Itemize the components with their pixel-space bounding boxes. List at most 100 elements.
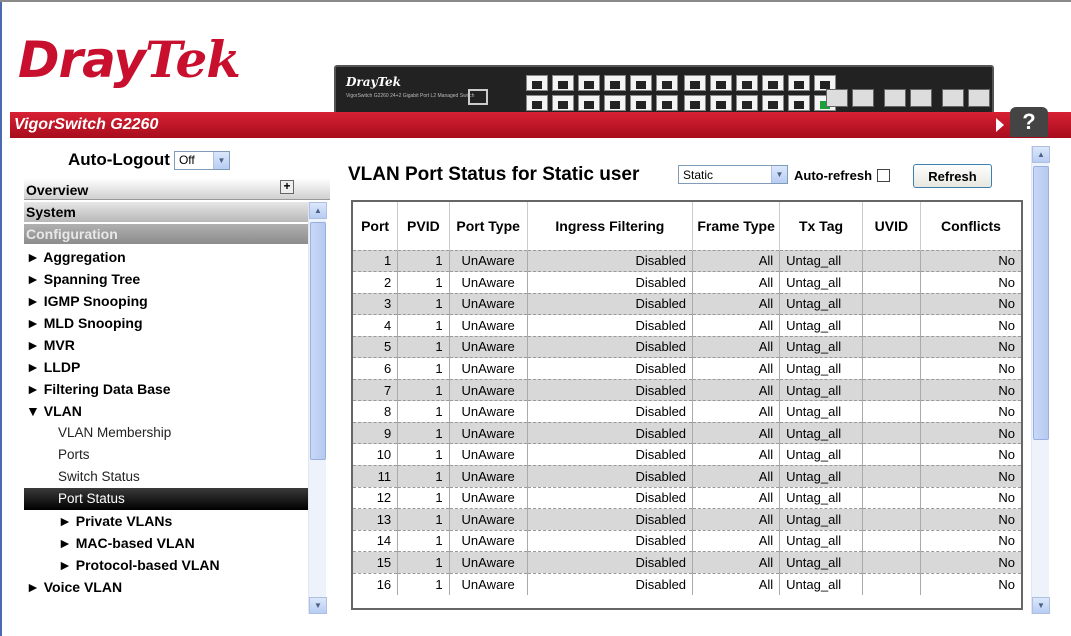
main-scrollbar[interactable]: ▲ ▼ — [1031, 146, 1050, 614]
table-cell: All — [692, 487, 780, 509]
menu-list: ► Aggregation ► Spanning Tree ► IGMP Snoop… — [24, 246, 308, 598]
table-cell: UnAware — [448, 400, 528, 423]
ethernet-port-icon — [762, 95, 784, 111]
scroll-up-icon[interactable]: ▲ — [309, 202, 327, 219]
sidebar-item[interactable]: ► LLDP — [24, 356, 308, 378]
configuration-section[interactable]: Configuration — [24, 224, 308, 244]
sidebar-item[interactable]: Switch Status — [24, 466, 308, 488]
table-cell: UnAware — [448, 443, 528, 466]
sidebar-item[interactable]: ► Voice VLAN — [24, 576, 308, 598]
table-cell: Disabled — [526, 573, 693, 595]
table-cell: Disabled — [526, 293, 693, 315]
table-cell: 1 — [397, 551, 450, 574]
sidebar-item[interactable]: ▼ VLAN — [24, 400, 308, 422]
sidebar-item[interactable]: ► Protocol-based VLAN — [24, 554, 308, 576]
scrollbar-thumb[interactable] — [1033, 166, 1049, 440]
auto-refresh-checkbox[interactable] — [877, 169, 891, 182]
table-cell: 6 — [353, 357, 398, 380]
auto-refresh-label: Auto-refresh — [794, 168, 873, 183]
logo-tek-text: Tek — [144, 30, 241, 89]
table-cell — [861, 314, 921, 337]
column-header: Port Type — [448, 202, 528, 250]
expand-plus-icon[interactable]: + — [280, 180, 294, 194]
table-cell: UnAware — [448, 293, 528, 315]
sidebar-item[interactable]: ► Aggregation — [24, 246, 308, 268]
table-cell: Untag_all — [779, 487, 863, 509]
table-cell: Disabled — [526, 443, 693, 466]
overview-label: Overview — [26, 182, 89, 198]
table-cell: No — [919, 400, 1021, 423]
scroll-up-icon[interactable]: ▲ — [1032, 146, 1050, 163]
refresh-button[interactable]: Refresh — [913, 164, 992, 188]
sfp-ports-group-3 — [942, 89, 990, 107]
sidebar-item[interactable]: Port Status — [24, 488, 308, 510]
table-row: 12 1 UnAware Disabled All Untag_all No — [353, 487, 1021, 509]
table-cell: 1 — [353, 250, 398, 272]
table-cell: No — [919, 271, 1021, 294]
vlan-port-status-table: Port PVID Port Type Ingress Filtering Frame … — [351, 200, 1023, 610]
sidebar-item[interactable]: ► MLD Snooping — [24, 312, 308, 334]
play-arrow-icon[interactable] — [996, 118, 1004, 132]
sidebar-item[interactable]: ► MAC-based VLAN — [24, 532, 308, 554]
user-type-select[interactable]: Static ▼ — [678, 165, 788, 184]
system-label: System — [26, 204, 76, 220]
overview-header[interactable]: Overview + — [24, 178, 330, 200]
table-cell: All — [692, 551, 780, 574]
table-cell: 1 — [397, 271, 450, 294]
table-row: 2 1 UnAware Disabled All Untag_all No — [353, 271, 1021, 294]
page-title: VLAN Port Status for Static user — [348, 164, 640, 185]
help-button[interactable]: ? — [1010, 107, 1048, 137]
system-section[interactable]: System — [24, 202, 308, 222]
table-cell: 5 — [353, 336, 398, 358]
sidebar-item[interactable]: VLAN Membership — [24, 422, 308, 444]
table-cell: No — [919, 379, 1021, 401]
table-cell: All — [692, 422, 780, 444]
console-port-icon — [468, 89, 488, 105]
table-cell: All — [692, 400, 780, 423]
table-cell: 1 — [397, 487, 450, 509]
table-cell: 2 — [353, 271, 398, 294]
sidebar-item[interactable]: ► Filtering Data Base — [24, 378, 308, 400]
sidebar-item[interactable]: ► MVR — [24, 334, 308, 356]
sidebar-item[interactable]: ► IGMP Snooping — [24, 290, 308, 312]
auto-logout-select[interactable]: Off ▼ — [173, 150, 230, 170]
table-cell: No — [919, 336, 1021, 358]
table-cell: 1 — [397, 422, 450, 444]
sidebar-item[interactable]: Ports — [24, 444, 308, 466]
table-row: 6 1 UnAware Disabled All Untag_all No — [353, 357, 1021, 380]
scrollbar-thumb[interactable] — [310, 222, 326, 460]
scroll-down-icon[interactable]: ▼ — [1032, 597, 1050, 614]
table-cell: Disabled — [526, 487, 693, 509]
sidebar-item[interactable]: ► Private VLANs — [24, 510, 308, 532]
table-cell: 1 — [397, 293, 450, 315]
scroll-down-icon[interactable]: ▼ — [309, 597, 327, 614]
table-cell: 14 — [353, 530, 398, 552]
table-cell — [861, 551, 921, 574]
table-cell: 10 — [353, 443, 398, 466]
table-cell: All — [692, 573, 780, 595]
column-header: Frame Type — [692, 202, 780, 250]
ethernet-port-icon — [762, 75, 784, 91]
table-row: 5 1 UnAware Disabled All Untag_all No — [353, 336, 1021, 358]
device-subtitle: VigorSwitch G2260 24+2 Gigabit Port L2 M… — [346, 93, 475, 99]
table-cell: 1 — [397, 443, 450, 466]
table-cell: 1 — [397, 530, 450, 552]
table-header-row: Port PVID Port Type Ingress Filtering Frame … — [353, 202, 1021, 250]
table-cell: All — [692, 314, 780, 337]
table-cell: 1 — [397, 465, 450, 488]
table-cell: All — [692, 293, 780, 315]
table-cell: Disabled — [526, 400, 693, 423]
table-cell: Untag_all — [779, 250, 863, 272]
table-cell — [861, 271, 921, 294]
table-cell: Disabled — [526, 422, 693, 444]
ethernet-port-icon — [604, 95, 626, 111]
table-row: 10 1 UnAware Disabled All Untag_all No — [353, 443, 1021, 466]
table-cell: Untag_all — [779, 314, 863, 337]
table-cell: 1 — [397, 400, 450, 423]
ethernet-port-icon — [630, 95, 652, 111]
auto-logout-value: Off — [178, 153, 195, 167]
table-cell: No — [919, 443, 1021, 466]
sidebar-item[interactable]: ► Spanning Tree — [24, 268, 308, 290]
sidebar-scrollbar[interactable]: ▲ ▼ — [308, 202, 327, 614]
table-cell: No — [919, 422, 1021, 444]
